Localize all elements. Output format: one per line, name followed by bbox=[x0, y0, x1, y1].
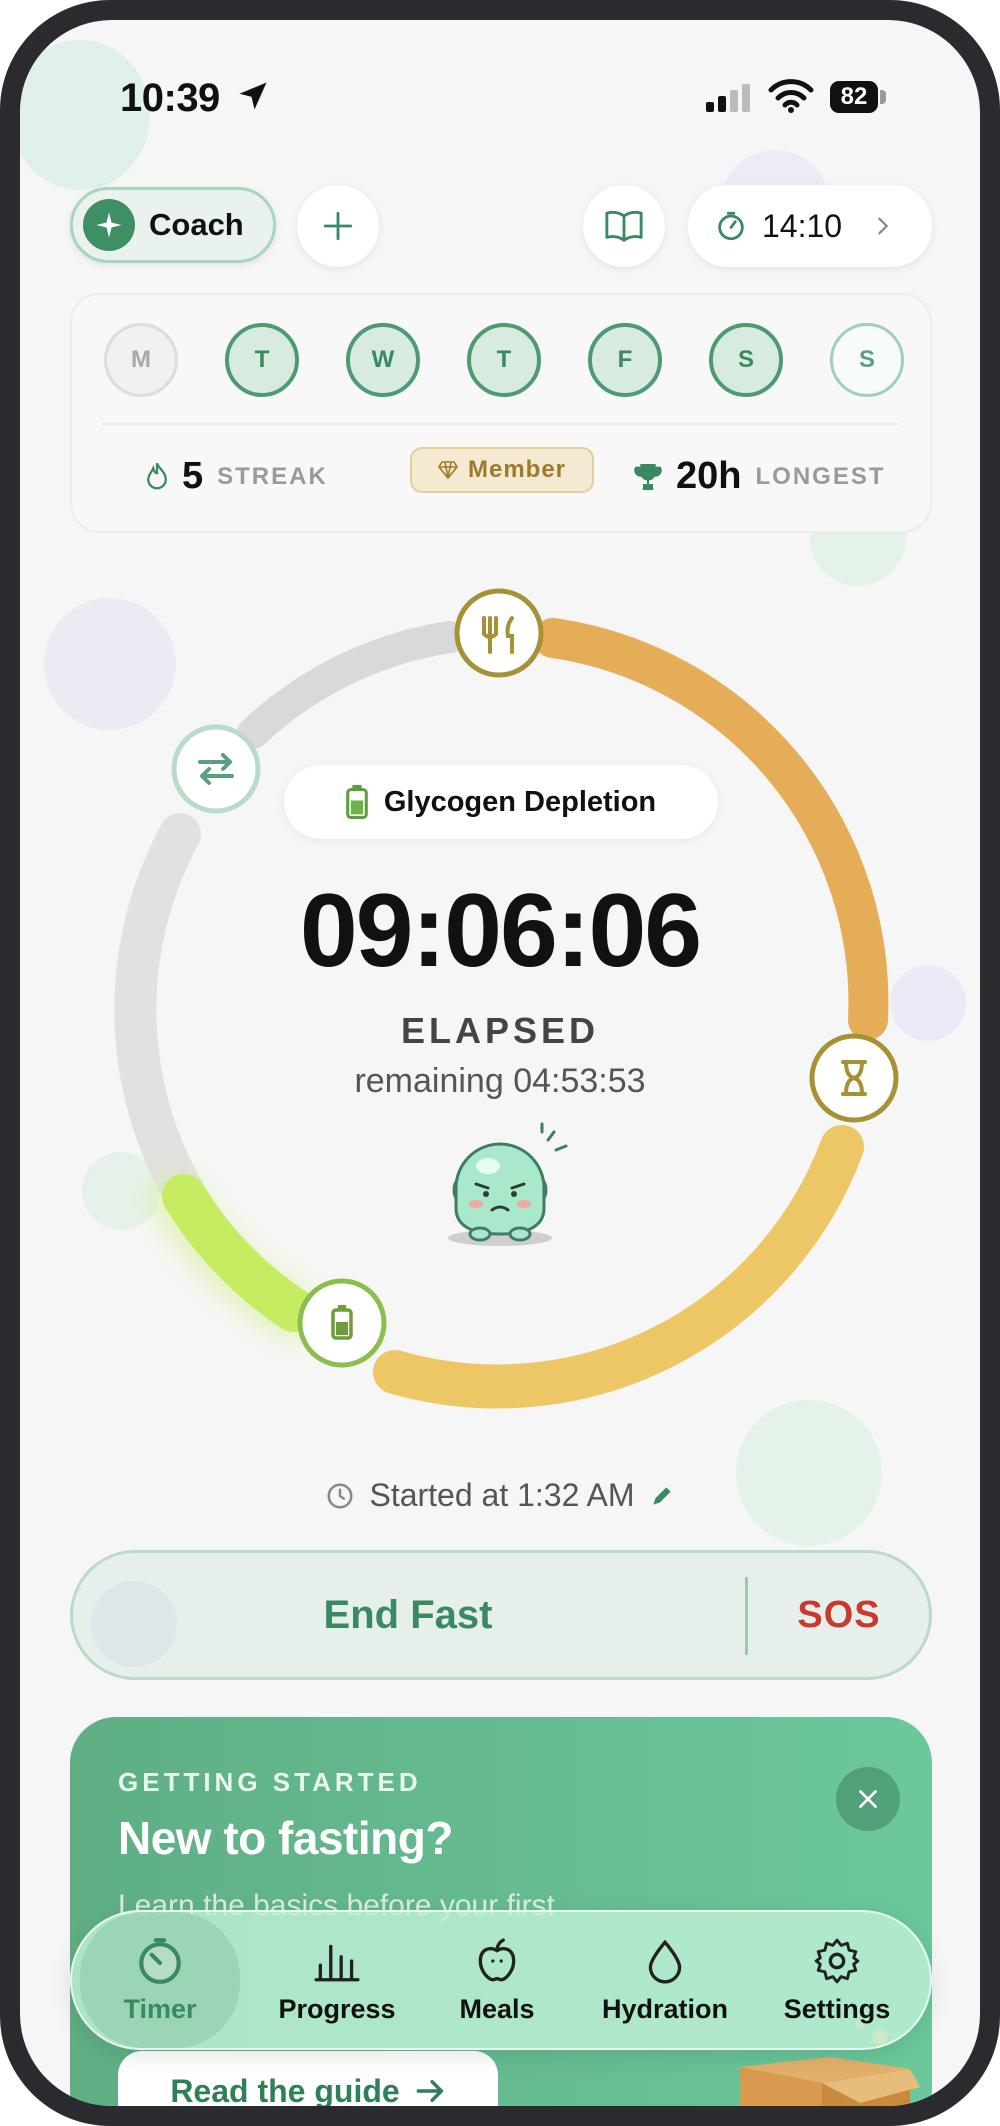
close-icon bbox=[859, 1790, 877, 1808]
read-guide-button[interactable]: Read the guide bbox=[118, 2051, 498, 2106]
elapsed-label: ELAPSED bbox=[400, 1010, 600, 1051]
mascot-illustration bbox=[448, 1122, 568, 1246]
tab-meals-label: Meals bbox=[459, 1993, 535, 2024]
arrow-right-icon bbox=[416, 2080, 443, 2102]
tab-timer[interactable]: Timer bbox=[80, 1912, 240, 2048]
read-guide-label: Read the guide bbox=[170, 2072, 400, 2107]
tab-meals[interactable]: Meals bbox=[432, 1912, 562, 2048]
clock-icon bbox=[327, 1483, 353, 1508]
end-fast-button[interactable]: End Fast bbox=[73, 1553, 743, 1677]
app-screen: 10:39 82 Coach 14:10 M T W T F S S 5 STR… bbox=[20, 20, 980, 2106]
tab-progress-label: Progress bbox=[278, 1993, 396, 2024]
end-fast-bar: End Fast SOS bbox=[70, 1550, 932, 1680]
start-time-text: Started at 1:32 AM bbox=[369, 1477, 635, 1513]
bar-chart-icon bbox=[314, 1944, 360, 1981]
start-time-row[interactable]: Started at 1:32 AM bbox=[20, 1477, 980, 1514]
bottom-tab-bar: Timer Progress Meals Hydration Settings bbox=[70, 1910, 932, 2050]
tab-timer-label: Timer bbox=[123, 1993, 197, 2024]
phase-marker-switch[interactable] bbox=[171, 724, 261, 814]
current-phase-label: Glycogen Depletion bbox=[383, 785, 657, 818]
battery-phase-icon bbox=[346, 785, 368, 819]
tab-hydration[interactable]: Hydration bbox=[580, 1912, 750, 2048]
pencil-icon[interactable] bbox=[649, 1483, 675, 1509]
tab-progress[interactable]: Progress bbox=[262, 1912, 412, 2048]
gear-icon bbox=[814, 1938, 860, 1983]
tab-hydration-label: Hydration bbox=[601, 1993, 728, 2024]
phase-marker-battery[interactable] bbox=[297, 1278, 387, 1368]
elapsed-time: 09:06:06 bbox=[299, 873, 702, 989]
card-kicker: GETTING STARTED bbox=[118, 1767, 422, 1797]
device-frame: 10:39 82 Coach 14:10 M T W T F S S 5 STR… bbox=[0, 0, 1000, 2126]
card-close-button[interactable] bbox=[836, 1767, 900, 1831]
water-drop-icon bbox=[648, 1939, 682, 1983]
sos-button[interactable]: SOS bbox=[749, 1553, 929, 1677]
tab-settings[interactable]: Settings bbox=[762, 1912, 912, 2048]
phase-marker-meal[interactable] bbox=[454, 588, 544, 678]
tab-settings-label: Settings bbox=[783, 1993, 891, 2024]
ring-segment-current bbox=[162, 1174, 316, 1332]
end-bar-divider bbox=[745, 1577, 748, 1655]
remaining-time: remaining 04:53:53 bbox=[354, 1062, 646, 1100]
current-phase-badge[interactable]: Glycogen Depletion bbox=[284, 765, 718, 839]
apple-icon bbox=[478, 1938, 516, 1981]
timer-icon bbox=[139, 1937, 181, 1984]
ring-segment-upcoming-top bbox=[237, 621, 466, 749]
card-title: New to fasting? bbox=[118, 1812, 453, 1864]
